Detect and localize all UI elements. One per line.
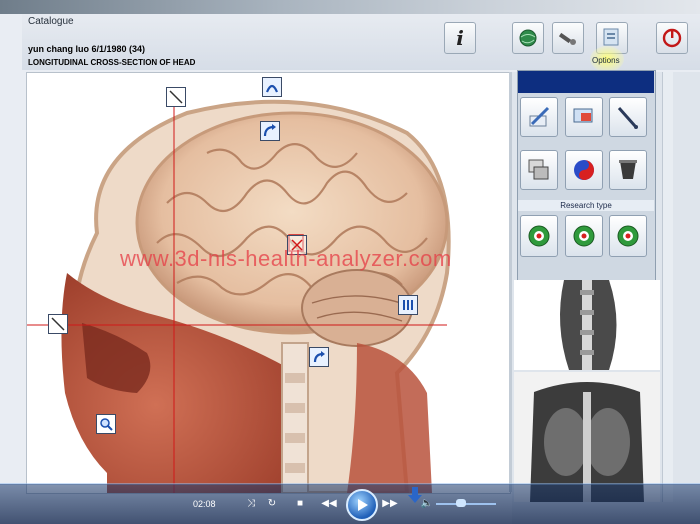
globe-icon (519, 29, 537, 47)
shuffle-button[interactable]: ⤨ (242, 496, 260, 510)
diagonal-left-marker[interactable] (48, 314, 68, 334)
spine-scan-thumbnail[interactable] (514, 280, 660, 370)
stop-button[interactable]: ■ (291, 496, 309, 510)
power-button[interactable] (656, 22, 688, 54)
info-button[interactable]: i (444, 22, 476, 54)
research-type-button-1[interactable] (520, 215, 558, 257)
window-title: Catalogue (28, 16, 74, 27)
volume-button[interactable]: 🔈 (418, 496, 436, 510)
diagonal-line-icon (51, 317, 65, 331)
brush-icon (529, 106, 550, 127)
arch-arrow-icon (265, 84, 279, 93)
photo-tool-button[interactable] (520, 150, 558, 190)
rotate-arrow-marker[interactable] (260, 121, 280, 141)
next-button[interactable]: ▶▶ (381, 496, 399, 510)
green-target-icon (573, 225, 595, 247)
tools-button[interactable] (552, 22, 584, 54)
photo-stack-icon (528, 159, 549, 180)
vessel-tool-button[interactable] (609, 150, 647, 190)
play-icon (358, 499, 368, 511)
section-title: LONGITUDINAL CROSS-SECTION OF HEAD (28, 58, 196, 67)
yin-yang-tool-button[interactable] (565, 150, 603, 190)
yin-yang-icon (574, 160, 594, 180)
patient-line: yun chang luo 6/1/1980 (34) (28, 44, 146, 54)
diagonal-line-icon (169, 90, 183, 104)
globe-button[interactable] (512, 22, 544, 54)
monitor-icon (573, 108, 593, 123)
play-button[interactable] (346, 489, 378, 521)
tools-palette-header (518, 71, 654, 93)
info-icon: i (456, 26, 464, 50)
previous-button[interactable]: ◀◀ (320, 496, 338, 510)
repeat-button[interactable]: ↻ (263, 496, 281, 510)
probe-icon (617, 107, 638, 129)
spine-scan-image (514, 280, 660, 370)
next-icon: ▶▶ (382, 497, 398, 509)
title-strip (0, 0, 700, 14)
zoom-marker[interactable] (96, 414, 116, 434)
research-type-label: Research type (518, 200, 654, 211)
anatomy-viewer[interactable] (26, 72, 511, 494)
repeat-icon: ↻ (267, 497, 277, 509)
wrench-icon (558, 32, 576, 45)
watermark-text: www.3d-nls-health-analyzer.com (120, 246, 452, 271)
speaker-icon: 🔈 (420, 497, 434, 509)
playback-time: 02:08 (193, 499, 216, 509)
right-panel-scrollbar[interactable] (662, 72, 673, 502)
stop-icon: ■ (296, 497, 304, 509)
previous-icon: ◀◀ (321, 497, 337, 509)
volume-slider-knob[interactable] (456, 499, 466, 507)
curved-arrow-icon (263, 124, 276, 137)
monitor-tool-button[interactable] (565, 97, 603, 137)
shuffle-icon: ⤨ (247, 497, 255, 509)
turn-arrow-icon (313, 351, 325, 363)
turn-arrow-marker[interactable] (309, 347, 329, 367)
bars-icon (403, 300, 413, 310)
power-icon (662, 28, 682, 48)
research-type-button-2[interactable] (565, 215, 603, 257)
options-label: Options (592, 56, 620, 65)
volume-slider[interactable] (436, 503, 496, 505)
research-type-button-3[interactable] (609, 215, 647, 257)
probe-tool-button[interactable] (609, 97, 647, 137)
vessel-icon (619, 160, 637, 179)
green-target-icon (617, 225, 639, 247)
magnifier-icon (100, 418, 113, 431)
green-target-icon (528, 225, 550, 247)
up-arrow-marker[interactable] (262, 77, 282, 97)
lines-marker[interactable] (398, 295, 418, 315)
diagonal-marker[interactable] (166, 87, 186, 107)
brush-tool-button[interactable] (520, 97, 558, 137)
